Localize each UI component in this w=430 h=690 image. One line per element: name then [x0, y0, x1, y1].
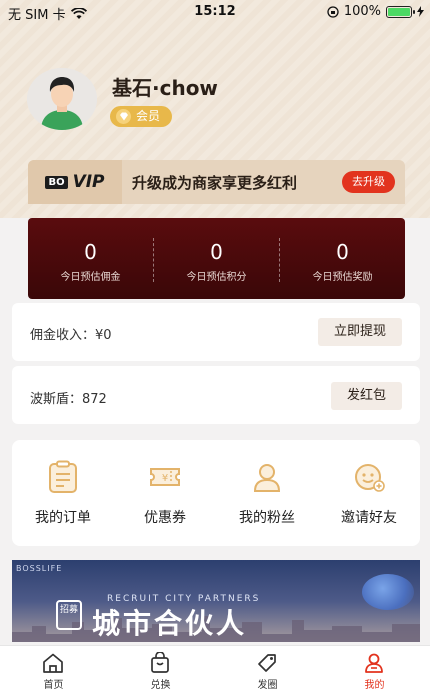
bosidun-label: 波斯盾：872 — [30, 388, 107, 407]
orientation-lock-icon — [327, 5, 339, 18]
tab-label: 发圈 — [257, 680, 278, 690]
earning-label: 今日预估奖励 — [312, 272, 373, 283]
tab-label: 兑换 — [150, 680, 171, 690]
shortcut-coupons[interactable]: ¥ 优惠券 — [114, 440, 216, 546]
earning-label: 今日预估佣金 — [60, 272, 121, 283]
vip-tag: BO VIP — [28, 160, 122, 204]
shortcut-invite-friends[interactable]: 邀请好友 — [318, 440, 420, 546]
earning-value: 0 — [84, 240, 97, 264]
bo-logo: BO — [45, 175, 68, 189]
diamond-icon — [116, 109, 131, 124]
city-partner-banner[interactable]: BOSSLIFE 招募 RECRUIT CITY PARTNERS 城市合伙人 — [12, 560, 420, 642]
tag-icon — [258, 654, 276, 672]
tab-mine[interactable]: 我的 — [321, 646, 428, 690]
send-red-packet-button[interactable]: 发红包 — [330, 382, 402, 410]
bosidun-row: 波斯盾：872 发红包 — [12, 366, 420, 424]
earnings-card: 0 今日预估佣金 0 今日预估积分 0 今日预估奖励 — [28, 218, 405, 299]
earning-value: 0 — [210, 240, 223, 264]
promo-title: 城市合伙人 — [92, 607, 248, 640]
commission-value: ¥0 — [95, 328, 112, 343]
tab-label: 我的 — [364, 680, 385, 690]
exchange-bag-icon — [151, 652, 169, 673]
svg-text:¥: ¥ — [162, 473, 168, 484]
shortcut-label: 优惠券 — [144, 510, 186, 526]
earning-points: 0 今日预估积分 — [154, 218, 279, 299]
commission-label-text: 佣金收入： — [30, 328, 96, 343]
profile-icon — [365, 653, 383, 673]
charging-icon — [417, 6, 424, 17]
shortcut-my-orders[interactable]: 我的订单 — [12, 440, 114, 546]
vip-label: VIP — [72, 172, 105, 192]
commission-label: 佣金收入：¥0 — [30, 324, 112, 343]
bottom-tab-bar: 首页 兑换 发圈 我的 — [0, 645, 430, 690]
withdraw-button[interactable]: 立即提现 — [317, 318, 402, 346]
tab-home[interactable]: 首页 — [0, 646, 107, 690]
promo-brand: BOSSLIFE — [16, 564, 63, 573]
earning-value: 0 — [336, 240, 349, 264]
order-icon — [49, 460, 77, 493]
battery-icon — [386, 5, 415, 18]
avatar[interactable] — [27, 68, 97, 130]
vip-upgrade-banner[interactable]: BO VIP 升级成为商家享更多红利 去升级 — [28, 160, 405, 204]
shortcut-label: 我的订单 — [35, 510, 91, 526]
vip-description: 升级成为商家享更多红利 — [132, 174, 298, 192]
status-right: 100% — [327, 4, 424, 19]
username: 基石·chow — [112, 76, 218, 100]
commission-row: 佣金收入：¥0 立即提现 — [12, 303, 420, 361]
upgrade-button[interactable]: 去升级 — [342, 171, 395, 193]
tab-label: 首页 — [43, 680, 64, 690]
shortcut-label: 邀请好友 — [341, 510, 397, 526]
invite-icon — [355, 464, 385, 492]
shortcut-panel: 我的订单 ¥ 优惠券 我的粉丝 邀请好友 — [12, 440, 420, 546]
tab-exchange[interactable]: 兑换 — [107, 646, 214, 690]
avatar-person-icon — [27, 68, 97, 130]
battery-percent: 100% — [343, 4, 381, 19]
shortcut-label: 我的粉丝 — [239, 510, 295, 526]
status-bar: 无 SIM 卡 15:12 100% — [0, 0, 430, 24]
globe-graphic — [362, 574, 414, 610]
tab-moments[interactable]: 发圈 — [214, 646, 321, 690]
shortcut-my-fans[interactable]: 我的粉丝 — [216, 440, 318, 546]
earning-commission: 0 今日预估佣金 — [28, 218, 153, 299]
coupon-icon: ¥ — [150, 468, 180, 486]
member-badge-label: 会员 — [136, 109, 161, 123]
fans-icon — [253, 464, 281, 492]
bosidun-label-text: 波斯盾： — [30, 392, 83, 407]
earning-label: 今日预估积分 — [186, 272, 247, 283]
member-badge: 会员 — [110, 106, 173, 127]
recruit-badge: 招募 — [56, 600, 82, 630]
earning-reward: 0 今日预估奖励 — [280, 218, 405, 299]
home-icon — [43, 653, 63, 673]
bosidun-value: 872 — [82, 392, 107, 407]
